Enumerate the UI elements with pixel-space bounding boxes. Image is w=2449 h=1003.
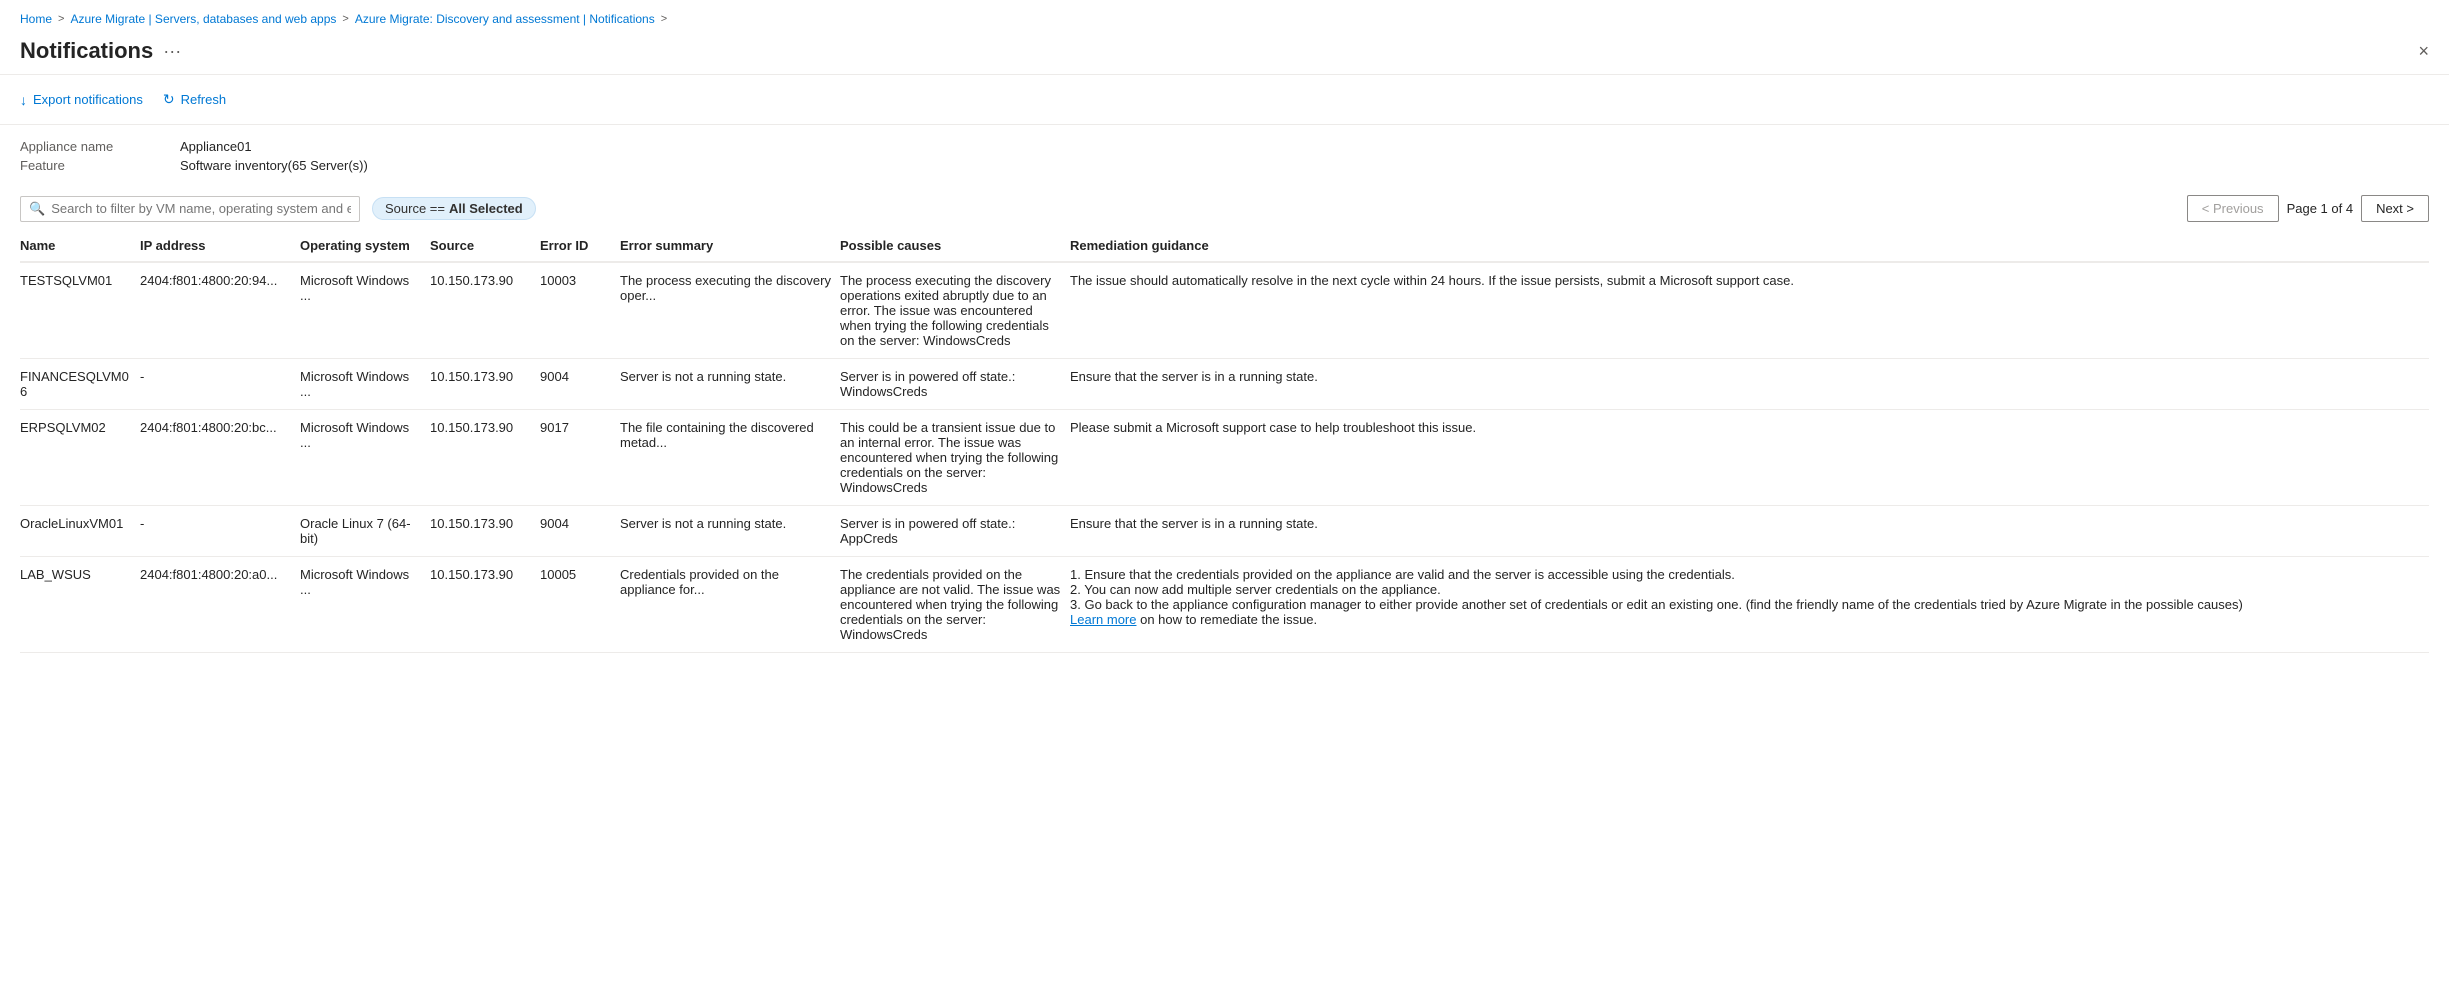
appliance-value: Appliance01: [180, 139, 252, 154]
table-row: FINANCESQLVM06-Microsoft Windows ...10.1…: [20, 359, 2429, 410]
export-notifications-button[interactable]: ↓ Export notifications: [20, 88, 143, 112]
cell-causes: Server is in powered off state.: AppCred…: [840, 506, 1070, 557]
cell-os: Microsoft Windows ...: [300, 359, 430, 410]
breadcrumb-sep-1: >: [58, 13, 64, 25]
appliance-label: Appliance name: [20, 139, 180, 154]
col-header-errorsummary: Error summary: [620, 230, 840, 262]
feature-value: Software inventory(65 Server(s)): [180, 158, 368, 173]
cell-source: 10.150.173.90: [430, 359, 540, 410]
cell-source: 10.150.173.90: [430, 557, 540, 653]
breadcrumb-sep-3: >: [661, 13, 667, 25]
cell-ip: 2404:f801:4800:20:94...: [140, 262, 300, 359]
cell-os: Oracle Linux 7 (64-bit): [300, 506, 430, 557]
export-icon: ↓: [20, 92, 27, 108]
feature-row: Feature Software inventory(65 Server(s)): [20, 158, 2429, 173]
cell-remediation: Ensure that the server is in a running s…: [1070, 506, 2429, 557]
cell-source: 10.150.173.90: [430, 410, 540, 506]
source-filter-badge[interactable]: Source == All Selected: [372, 197, 536, 220]
col-header-errorid: Error ID: [540, 230, 620, 262]
search-icon: 🔍: [29, 201, 45, 217]
cell-os: Microsoft Windows ...: [300, 262, 430, 359]
cell-ip: -: [140, 506, 300, 557]
cell-errorid: 9004: [540, 506, 620, 557]
table-header: Name IP address Operating system Source …: [20, 230, 2429, 262]
page-title: Notifications: [20, 38, 153, 64]
cell-errorsummary: Credentials provided on the appliance fo…: [620, 557, 840, 653]
breadcrumb-notifications[interactable]: Azure Migrate: Discovery and assessment …: [355, 12, 655, 26]
cell-name: LAB_WSUS: [20, 557, 140, 653]
table-row: LAB_WSUS2404:f801:4800:20:a0...Microsoft…: [20, 557, 2429, 653]
cell-remediation: 1. Ensure that the credentials provided …: [1070, 557, 2429, 653]
col-header-causes: Possible causes: [840, 230, 1070, 262]
next-button[interactable]: Next >: [2361, 195, 2429, 222]
table-row: TESTSQLVM012404:f801:4800:20:94...Micros…: [20, 262, 2429, 359]
cell-ip: 2404:f801:4800:20:a0...: [140, 557, 300, 653]
col-header-name: Name: [20, 230, 140, 262]
filter-left: 🔍 Source == All Selected: [20, 196, 536, 222]
cell-errorid: 10003: [540, 262, 620, 359]
cell-errorid: 9017: [540, 410, 620, 506]
cell-causes: This could be a transient issue due to a…: [840, 410, 1070, 506]
refresh-icon: ↻: [163, 91, 175, 108]
appliance-row: Appliance name Appliance01: [20, 139, 2429, 154]
remediation-suffix: on how to remediate the issue.: [1136, 612, 1317, 627]
cell-causes: The credentials provided on the applianc…: [840, 557, 1070, 653]
cell-name: OracleLinuxVM01: [20, 506, 140, 557]
source-value: All Selected: [449, 201, 523, 216]
breadcrumb: Home > Azure Migrate | Servers, database…: [0, 0, 2449, 32]
cell-name: TESTSQLVM01: [20, 262, 140, 359]
col-header-ip: IP address: [140, 230, 300, 262]
search-input[interactable]: [51, 201, 351, 216]
feature-label: Feature: [20, 158, 180, 173]
page-header: Notifications ··· ×: [0, 32, 2449, 75]
refresh-label: Refresh: [181, 92, 227, 107]
notifications-table-container: Name IP address Operating system Source …: [0, 230, 2449, 653]
export-label: Export notifications: [33, 92, 143, 107]
table-body: TESTSQLVM012404:f801:4800:20:94...Micros…: [20, 262, 2429, 653]
cell-ip: -: [140, 359, 300, 410]
col-header-source: Source: [430, 230, 540, 262]
refresh-button[interactable]: ↻ Refresh: [163, 87, 226, 112]
cell-errorsummary: Server is not a running state.: [620, 506, 840, 557]
cell-errorsummary: The process executing the discovery oper…: [620, 262, 840, 359]
col-header-remediation: Remediation guidance: [1070, 230, 2429, 262]
more-options-button[interactable]: ···: [163, 41, 181, 62]
breadcrumb-sep-2: >: [342, 13, 348, 25]
cell-name: FINANCESQLVM06: [20, 359, 140, 410]
cell-causes: The process executing the discovery oper…: [840, 262, 1070, 359]
search-box[interactable]: 🔍: [20, 196, 360, 222]
breadcrumb-servers[interactable]: Azure Migrate | Servers, databases and w…: [70, 12, 336, 26]
cell-remediation: The issue should automatically resolve i…: [1070, 262, 2429, 359]
notifications-table: Name IP address Operating system Source …: [20, 230, 2429, 653]
table-row: ERPSQLVM022404:f801:4800:20:bc...Microso…: [20, 410, 2429, 506]
source-prefix: Source ==: [385, 201, 445, 216]
pagination-info: Page 1 of 4: [2287, 201, 2354, 216]
table-row: OracleLinuxVM01-Oracle Linux 7 (64-bit)1…: [20, 506, 2429, 557]
cell-remediation: Ensure that the server is in a running s…: [1070, 359, 2429, 410]
cell-errorid: 10005: [540, 557, 620, 653]
cell-source: 10.150.173.90: [430, 506, 540, 557]
cell-errorsummary: The file containing the discovered metad…: [620, 410, 840, 506]
col-header-os: Operating system: [300, 230, 430, 262]
pagination-controls: < Previous Page 1 of 4 Next >: [2187, 195, 2429, 222]
toolbar: ↓ Export notifications ↻ Refresh: [0, 75, 2449, 125]
cell-errorsummary: Server is not a running state.: [620, 359, 840, 410]
filter-bar: 🔍 Source == All Selected < Previous Page…: [0, 187, 2449, 230]
cell-os: Microsoft Windows ...: [300, 410, 430, 506]
breadcrumb-home[interactable]: Home: [20, 12, 52, 26]
cell-ip: 2404:f801:4800:20:bc...: [140, 410, 300, 506]
cell-name: ERPSQLVM02: [20, 410, 140, 506]
previous-button[interactable]: < Previous: [2187, 195, 2279, 222]
cell-causes: Server is in powered off state.: Windows…: [840, 359, 1070, 410]
learn-more-link[interactable]: Learn more: [1070, 612, 1136, 627]
close-button[interactable]: ×: [2418, 42, 2429, 60]
cell-errorid: 9004: [540, 359, 620, 410]
cell-source: 10.150.173.90: [430, 262, 540, 359]
cell-os: Microsoft Windows ...: [300, 557, 430, 653]
cell-remediation: Please submit a Microsoft support case t…: [1070, 410, 2429, 506]
meta-section: Appliance name Appliance01 Feature Softw…: [0, 125, 2449, 187]
